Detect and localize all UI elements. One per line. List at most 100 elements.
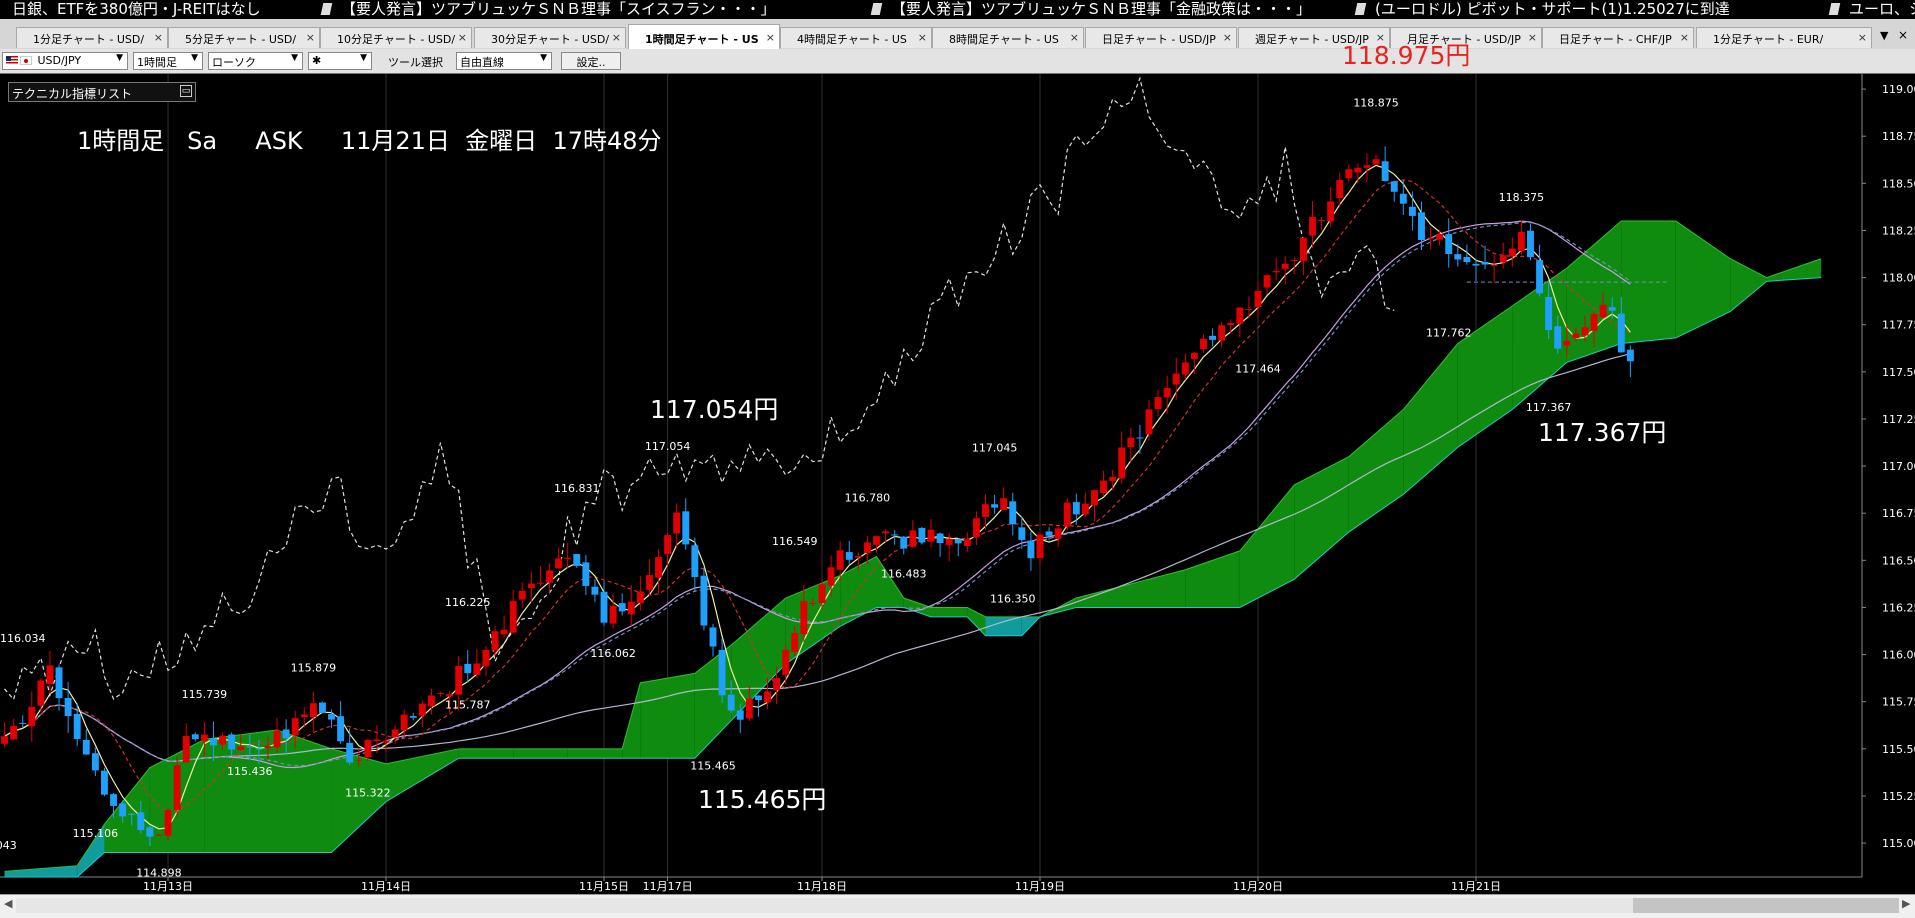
candle-body	[773, 677, 781, 691]
candle-body	[1345, 169, 1353, 179]
close-tab-icon[interactable]: ×	[612, 31, 621, 44]
candle-body	[437, 693, 444, 695]
close-tab-icon[interactable]: ×	[154, 31, 163, 44]
drawing-tool-value: 自由直線	[460, 56, 504, 69]
close-tab-icon[interactable]: ×	[918, 31, 927, 44]
close-tab-icon[interactable]: ×	[1223, 31, 1232, 44]
ticker-item[interactable]: 【要人発言】ツアブリュッケＳＮＢ理事「金融政策は・・・」	[870, 0, 1312, 19]
candle-body	[1490, 265, 1498, 267]
close-tab-icon[interactable]: ×	[458, 31, 467, 44]
chart-tab[interactable]: 30分足チャート - USD/×	[474, 27, 626, 48]
candle-body	[246, 746, 254, 748]
drawing-tool-select[interactable]: 自由直線 ▼	[456, 52, 552, 70]
expand-icon[interactable]: ▭	[180, 85, 192, 97]
tool-select-label: ツール選択	[388, 56, 443, 69]
chart-tab[interactable]: 日足チャート - CHF/JP ×	[1542, 27, 1694, 48]
scroll-thumb[interactable]	[1633, 898, 1899, 913]
price-chart[interactable]: 118.875 118.375 117.762 117.464 117.367 117.0…	[0, 74, 1915, 894]
scroll-track[interactable]	[16, 898, 1899, 913]
ticker-item[interactable]: 【要人発言】ツアブリュッケＳＮＢ理事「スイスフラン・・・」	[320, 0, 776, 19]
ticker-text: 【要人発言】ツアブリュッケＳＮＢ理事「金融政策は・・・」	[891, 0, 1312, 18]
candle-body	[1608, 307, 1616, 311]
price-label: 114.898	[136, 866, 182, 879]
close-all-tabs-icon[interactable]: ×	[1898, 28, 1908, 42]
close-tab-icon[interactable]: ×	[1528, 31, 1537, 44]
timeframe-select[interactable]: 1時間足 ▼	[133, 52, 203, 70]
candle-body	[318, 702, 326, 713]
news-doc-icon	[320, 3, 333, 15]
chart-tab[interactable]: 1時間足チャート - US ×	[628, 24, 780, 49]
ticker-text: ユーロ、シ	[1849, 0, 1915, 18]
candle-body	[963, 539, 971, 547]
candle-body	[1136, 437, 1144, 439]
chart-toolbar: USD/JPY ▼ 1時間足 ▼ ローソク ▼ ✱ ▼ ツール選択 自由直線 ▼…	[0, 49, 1915, 74]
candle-body	[655, 556, 662, 578]
candle-body	[827, 567, 835, 586]
chart-tab[interactable]: 5分足チャート - USD/ ×	[168, 27, 320, 48]
chart-tab[interactable]: 1分足チャート - EUR/ ×	[1696, 27, 1872, 48]
chart-tab[interactable]: 4時間足チャート - US ×	[780, 27, 932, 48]
ticker-item[interactable]: (ユーロドル) ピボット・サポート(1)1.25027に到達	[1354, 0, 1730, 19]
candle-body	[582, 562, 590, 586]
ticker-item[interactable]: ユーロ、シ	[1828, 0, 1915, 19]
time-axis[interactable]: 11月13日 11月14日 11月15日 11月17日 11月18日 11月19日 11月2…	[143, 877, 1501, 893]
scroll-left-icon[interactable]: ◀	[4, 897, 12, 910]
candle-body	[727, 694, 735, 711]
horizontal-scrollbar[interactable]: ◀ ▶	[0, 894, 1915, 918]
close-tab-icon[interactable]: ×	[1858, 31, 1867, 44]
candle-body	[945, 538, 953, 546]
time-tick-label: 11月14日	[361, 880, 411, 893]
chevron-down-icon: ▼	[540, 53, 547, 63]
chart-tab[interactable]: 1分足チャート - USD/ ×	[16, 27, 168, 48]
candle-body	[10, 725, 18, 740]
candle-body	[128, 813, 136, 815]
ticker-item[interactable]: 日銀、ETFを380億円・J-REITはなし	[12, 0, 261, 19]
close-tab-icon[interactable]: ×	[1680, 31, 1689, 44]
news-doc-icon	[1828, 3, 1841, 15]
candle-body	[1372, 159, 1380, 165]
chart-tab[interactable]: 日足チャート - USD/JP ×	[1085, 27, 1237, 48]
header-date: 11月21日	[340, 127, 450, 155]
candle-body	[854, 556, 862, 558]
candle-body	[1, 736, 8, 744]
currency-pair-select[interactable]: USD/JPY ▼	[2, 52, 128, 70]
chart-tab[interactable]: 8時間足チャート - US ×	[932, 27, 1084, 48]
news-ticker[interactable]: 日銀、ETFを380億円・J-REITはなし 【要人発言】ツアブリュッケＳＮＢ理事…	[0, 0, 1915, 19]
candle-body	[482, 649, 490, 667]
candle-body	[137, 812, 145, 831]
candle-body	[1299, 237, 1307, 262]
candle-body	[1390, 181, 1398, 192]
candle-body	[1336, 179, 1344, 199]
candle-body	[863, 542, 871, 553]
line-style-select[interactable]: ✱ ▼	[308, 52, 372, 70]
candle-body	[1081, 503, 1089, 515]
candle-body	[954, 539, 962, 544]
candle-body	[146, 827, 154, 837]
candle-body	[782, 649, 790, 675]
candle-body	[918, 527, 926, 543]
close-tab-icon[interactable]: ×	[1070, 31, 1079, 44]
technical-indicator-list[interactable]: テクニカル指標リスト ▭	[8, 82, 196, 102]
header-symbol: Sa	[187, 127, 218, 155]
chart-type-select[interactable]: ローソク ▼	[208, 52, 303, 70]
candle-body	[536, 582, 544, 584]
candle-body	[1445, 234, 1453, 255]
candle-body	[700, 575, 708, 626]
close-tab-icon[interactable]: ×	[306, 31, 315, 44]
candle-body	[573, 554, 581, 566]
price-axis[interactable]: 119.00 118.75 118.50 118.25 118.00 117.75 117.…	[1862, 83, 1915, 850]
chart-tab[interactable]: 10分足チャート - USD/×	[320, 27, 472, 48]
scroll-right-icon[interactable]: ▶	[1902, 897, 1910, 910]
candle-body	[636, 591, 644, 604]
candle-body	[1536, 260, 1544, 294]
price-tick-label: 118.00	[1882, 272, 1915, 285]
candle-body	[464, 663, 472, 674]
candle-body	[328, 713, 335, 720]
close-tab-icon[interactable]: ×	[766, 31, 775, 44]
price-tick-label: 116.75	[1882, 507, 1915, 520]
settings-button[interactable]: 設定..	[561, 52, 621, 70]
candle-body	[600, 591, 608, 623]
tab-list-dropdown-icon[interactable]: ▼	[1880, 29, 1888, 42]
candle-body	[1054, 528, 1062, 539]
candle-body	[1563, 340, 1571, 346]
